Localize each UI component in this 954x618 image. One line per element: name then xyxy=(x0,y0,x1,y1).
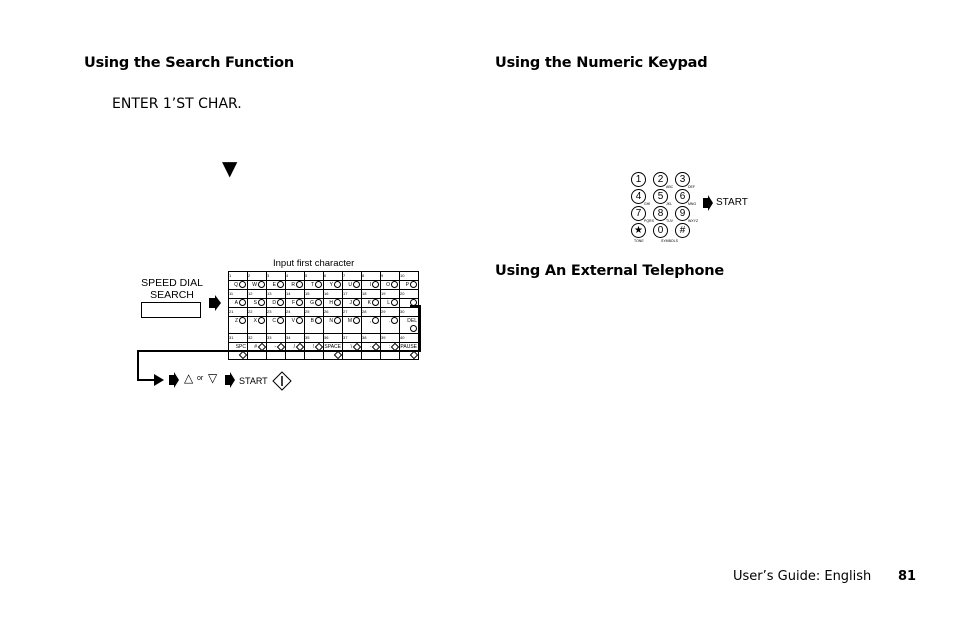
grid-number-cell: 6 xyxy=(323,271,343,281)
grid-char-label: Q xyxy=(234,282,238,288)
grid-number-cell: 18 xyxy=(361,289,381,299)
grid-char-cell: P xyxy=(399,280,419,290)
grid-char-cell: Q xyxy=(228,280,248,290)
circle-marker-icon xyxy=(315,281,322,289)
keypad-key[interactable]: 0 xyxy=(653,223,668,238)
or-label: or xyxy=(197,375,204,382)
grid-number-cell: 11 xyxy=(228,289,248,299)
grid-char-label: W xyxy=(252,282,257,288)
keypad-key-sublabel: WXYZ xyxy=(688,219,699,223)
grid-number-cell: 3 xyxy=(266,271,286,281)
section-heading-external-phone: Using An External Telephone xyxy=(495,263,725,279)
table-title: Input first character xyxy=(273,258,355,269)
footer-guide: User’s Guide: English xyxy=(733,569,872,584)
grid-number-cell: 14 xyxy=(285,289,305,299)
grid-number-cell: 1 xyxy=(228,271,248,281)
down-arrow-icon: ▼ xyxy=(222,156,238,180)
grid-number-cell: 10 xyxy=(399,271,419,281)
start-label: START xyxy=(239,376,268,386)
keypad-key[interactable]: ★ xyxy=(631,223,646,238)
grid-number-cell: 4 xyxy=(285,271,305,281)
grid-char-cell: E xyxy=(266,280,286,290)
keypad-key-sublabel: PQRS xyxy=(644,219,654,223)
circle-marker-icon xyxy=(410,281,417,289)
page-number: 81 xyxy=(898,569,917,584)
grid-char-cell: T xyxy=(304,280,324,290)
keypad-key-sublabel: JKL xyxy=(666,202,673,206)
grid-char-label: I xyxy=(369,282,371,288)
grid-number-cell: 17 xyxy=(342,289,362,299)
circle-marker-icon xyxy=(334,281,341,289)
speed-dial-search-label: SPEED DIAL SEARCH xyxy=(140,277,204,301)
lcd-display-text: ENTER 1’ST CHAR. xyxy=(112,96,242,112)
grid-char-label: U xyxy=(348,282,352,288)
grid-number-cell: 7 xyxy=(342,271,362,281)
keypad-start-label: START xyxy=(716,197,748,208)
circle-marker-icon xyxy=(353,281,360,289)
circle-marker-icon xyxy=(296,281,303,289)
circle-marker-icon xyxy=(391,281,398,289)
grid-number-cell: 2 xyxy=(247,271,267,281)
circle-marker-icon xyxy=(372,281,379,289)
keypad-key-sublabel: ABC xyxy=(666,185,674,189)
grid-char-label: E xyxy=(272,282,276,288)
start-button-icon[interactable] xyxy=(272,371,292,391)
keypad-key[interactable]: # xyxy=(675,223,690,238)
keypad-key-sublabel: GHI xyxy=(644,202,651,206)
keypad-key-sublabel: TONE xyxy=(634,239,644,243)
grid-number-cell: 15 xyxy=(304,289,324,299)
keypad-key[interactable]: 1 xyxy=(631,172,646,187)
section-heading-search: Using the Search Function xyxy=(84,55,295,71)
keypad-key-sublabel: MNO xyxy=(688,202,697,206)
circle-marker-icon xyxy=(277,281,284,289)
grid-char-label: Y xyxy=(329,282,333,288)
keypad-key-sublabel: SYMBOLS xyxy=(661,239,678,243)
grid-number-cell: 13 xyxy=(266,289,286,299)
keypad-key-sublabel: TUV xyxy=(666,219,673,223)
grid-char-cell: O xyxy=(380,280,400,290)
grid-number-cell: 5 xyxy=(304,271,324,281)
circle-marker-icon xyxy=(258,281,265,289)
grid-number-cell: 20 xyxy=(399,289,419,299)
grid-char-cell: R xyxy=(285,280,305,290)
grid-number-cell: 8 xyxy=(361,271,381,281)
grid-char-cell: W xyxy=(247,280,267,290)
grid-char-label: P xyxy=(405,282,409,288)
grid-number-cell: 16 xyxy=(323,289,343,299)
grid-char-cell: U xyxy=(342,280,362,290)
grid-number-cell: 19 xyxy=(380,289,400,299)
grid-char-cell: Y xyxy=(323,280,343,290)
down-outline-arrow-icon: ▽ xyxy=(208,371,218,385)
speed-dial-label-line1: SPEED DIAL xyxy=(141,277,203,289)
grid-number-cell: 12 xyxy=(247,289,267,299)
grid-char-cell: I xyxy=(361,280,381,290)
up-arrow-icon: △ xyxy=(184,371,194,385)
circle-marker-icon xyxy=(239,281,246,289)
numeric-keypad: 1 2 ABC 3 DEF 4 GHI 5 JKL 6 MNO 7 PQRS 8 TUV 9 WXYZ ★ TONE… xyxy=(631,172,701,248)
grid-number-cell: 9 xyxy=(380,271,400,281)
keypad-key-sublabel: DEF xyxy=(688,185,695,189)
section-heading-keypad: Using the Numeric Keypad xyxy=(495,55,708,71)
grid-char-label: O xyxy=(386,282,390,288)
grid-char-label: R xyxy=(291,282,295,288)
right-arrow-icon xyxy=(225,372,235,388)
right-arrow-icon xyxy=(169,372,179,388)
right-arrow-icon xyxy=(703,195,713,211)
grid-char-label: T xyxy=(310,282,314,288)
